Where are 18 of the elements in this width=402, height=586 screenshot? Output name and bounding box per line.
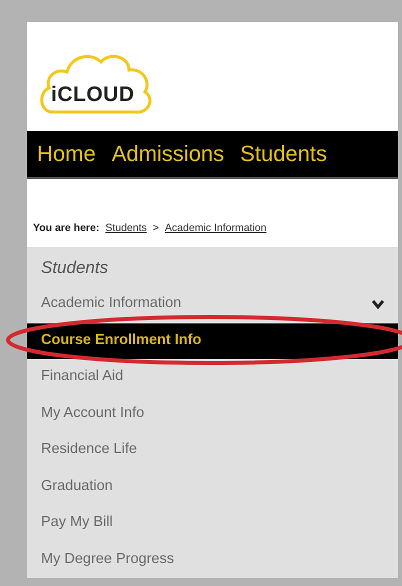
sidebar-item[interactable]: Graduation — [27, 468, 398, 505]
sidebar-item[interactable]: Academic Information — [27, 286, 398, 322]
breadcrumb-link[interactable]: Academic Information — [164, 220, 266, 236]
nav-link[interactable]: Admissions — [112, 138, 224, 169]
sidebar-item[interactable]: My Degree Progress — [27, 542, 398, 578]
nav-link[interactable]: Home — [37, 138, 96, 169]
chevron-down-icon — [372, 300, 384, 309]
breadcrumb-link[interactable]: Students — [105, 220, 147, 236]
sidebar-item[interactable]: Residence Life — [27, 432, 398, 468]
breadcrumb-separator: > — [152, 220, 159, 236]
nav-link[interactable]: Students — [240, 138, 328, 169]
sidebar-item[interactable]: Financial Aid — [27, 359, 398, 396]
sidebar-title: Students — [40, 256, 110, 278]
sidebar-item[interactable]: My Account Info — [27, 396, 398, 432]
breadcrumb-label: You are here: — [33, 220, 100, 236]
sidebar-item[interactable]: Pay My Bill — [27, 505, 398, 542]
sidebar-item[interactable]: Course Enrollment Info — [27, 322, 398, 359]
logo-text: iCLOUD — [51, 82, 134, 108]
